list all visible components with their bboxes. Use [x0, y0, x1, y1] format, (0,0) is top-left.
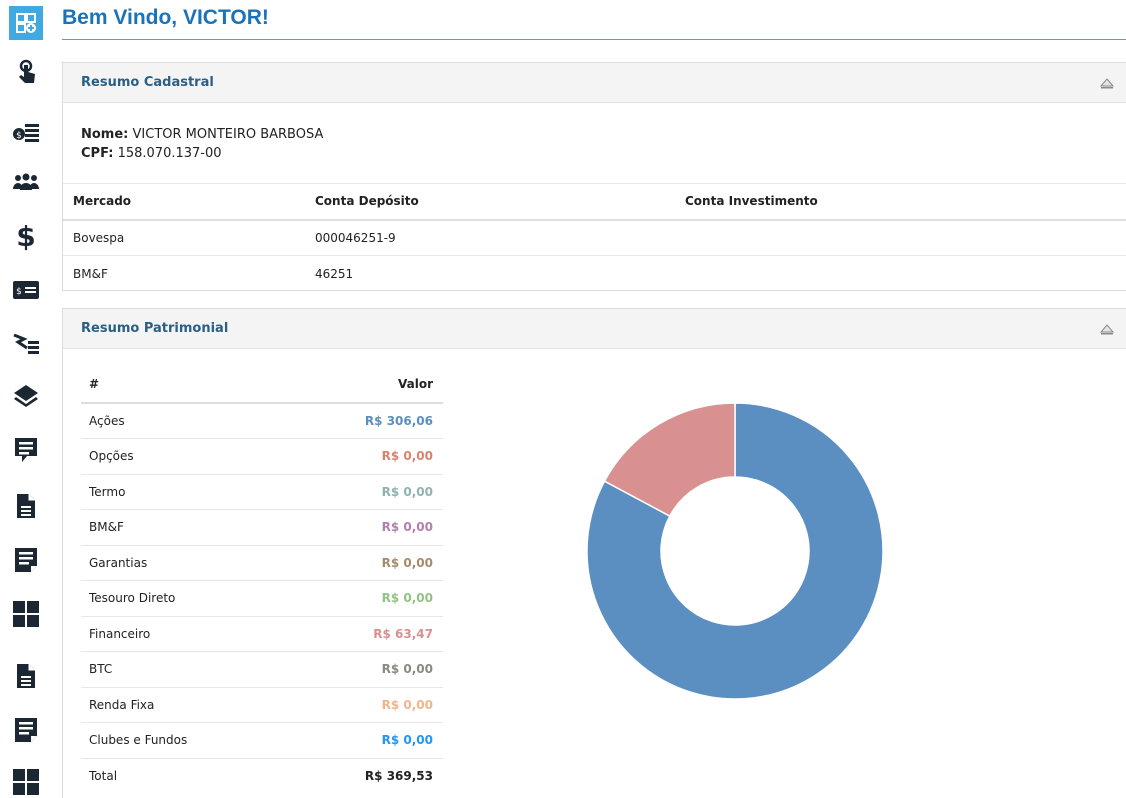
asset-label: Garantias: [81, 545, 281, 581]
table-row: Total R$ 369,53: [81, 758, 443, 794]
table-row: Financeiro R$ 63,47: [81, 616, 443, 652]
asset-value: R$ 0,00: [280, 651, 443, 688]
table-cell: Bovespa: [63, 219, 305, 256]
table-row: BM&F R$ 0,00: [81, 509, 443, 546]
asset-value: R$ 0,00: [280, 545, 443, 581]
name-value: VICTOR MONTEIRO BARBOSA: [132, 127, 324, 142]
table-row: Garantias R$ 0,00: [81, 545, 443, 581]
accounts-table: Mercado Conta Depósito Conta Investiment…: [63, 183, 1126, 292]
column-header: Valor: [280, 365, 443, 404]
layers-icon[interactable]: [10, 380, 42, 412]
table-row: Renda Fixa R$ 0,00: [81, 687, 443, 723]
table-header-row: Mercado Conta Depósito Conta Investiment…: [63, 183, 1126, 221]
svg-text:$: $: [16, 221, 35, 251]
sidebar: $ $ $: [0, 0, 52, 798]
column-header: Mercado: [63, 183, 305, 221]
asset-value: R$ 306,06: [280, 403, 443, 439]
collapse-icon[interactable]: [1100, 323, 1114, 335]
svg-text:$: $: [16, 287, 22, 297]
asset-label: Tesouro Direto: [81, 580, 281, 617]
asset-value: R$ 0,00: [280, 580, 443, 617]
cadastral-panel: Resumo Cadastral Nome: VICTOR MONTEIRO B…: [62, 62, 1126, 291]
asset-value: R$ 369,53: [364, 769, 433, 783]
table-cell: BM&F: [73, 266, 108, 281]
cpf-line: CPF: 158.070.137-00: [81, 144, 323, 163]
name-label: Nome:: [81, 127, 129, 142]
message-list-icon[interactable]: [10, 434, 42, 466]
asset-label: BM&F: [81, 509, 281, 546]
client-info: Nome: VICTOR MONTEIRO BARBOSA CPF: 158.0…: [81, 125, 323, 163]
cpf-label: CPF:: [81, 146, 114, 161]
asset-value: R$ 0,00: [280, 438, 443, 475]
transfer-list-icon[interactable]: [10, 328, 42, 360]
table-cell: [675, 219, 1126, 256]
page-title: Bem Vindo, VICTOR!: [62, 6, 269, 29]
table-cell: [675, 256, 1126, 292]
patrimonial-panel-title: Resumo Patrimonial: [81, 321, 229, 336]
grid-icon[interactable]: [10, 766, 42, 798]
users-group-icon[interactable]: [10, 166, 42, 198]
patrimonial-panel: Resumo Patrimonial # Valor Ações R$ 306,0…: [62, 308, 1126, 798]
svg-text:$: $: [16, 131, 22, 141]
table-row: Clubes e Fundos R$ 0,00: [81, 722, 443, 759]
table-row: BTC R$ 0,00: [81, 651, 443, 688]
table-row: Ações R$ 306,06: [81, 403, 443, 439]
payment-card-icon[interactable]: $: [10, 274, 42, 306]
cadastral-panel-title: Resumo Cadastral: [81, 75, 214, 90]
asset-label: Financeiro: [81, 616, 281, 652]
table-row: Bovespa 000046251-9: [63, 219, 1126, 256]
form-edit-icon[interactable]: [10, 544, 42, 576]
table-cell: 000046251-9: [305, 219, 675, 256]
dashboard-add-icon[interactable]: [9, 6, 43, 40]
column-header: #: [81, 365, 281, 404]
asset-label: BTC: [81, 651, 281, 688]
asset-label: Total: [89, 769, 118, 783]
table-cell: 46251: [315, 266, 354, 281]
cpf-value: 158.070.137-00: [117, 146, 222, 161]
form-edit-icon[interactable]: [10, 714, 42, 746]
asset-value: R$ 0,00: [280, 687, 443, 723]
column-header: Conta Depósito: [305, 183, 675, 221]
patrimonial-panel-header[interactable]: Resumo Patrimonial: [63, 309, 1126, 349]
grid-icon[interactable]: [10, 598, 42, 630]
asset-label: Clubes e Fundos: [81, 722, 281, 759]
name-line: Nome: VICTOR MONTEIRO BARBOSA: [81, 125, 323, 144]
asset-value: R$ 0,00: [280, 509, 443, 546]
asset-value: R$ 0,00: [280, 722, 443, 759]
cadastral-panel-header[interactable]: Resumo Cadastral: [63, 63, 1126, 103]
document-icon[interactable]: [10, 660, 42, 692]
table-row: Termo R$ 0,00: [81, 474, 443, 510]
column-header: Conta Investimento: [675, 183, 1126, 221]
table-row: Opções R$ 0,00: [81, 438, 443, 475]
asset-label: Ações: [81, 403, 281, 439]
table-row: Tesouro Direto R$ 0,00: [81, 580, 443, 617]
asset-label: Termo: [81, 474, 281, 510]
asset-value: R$ 63,47: [280, 616, 443, 652]
touch-hand-icon[interactable]: [10, 56, 42, 88]
document-icon[interactable]: [10, 490, 42, 522]
dollar-icon[interactable]: $: [10, 220, 42, 252]
money-list-icon[interactable]: $: [10, 116, 42, 148]
top-bar: Bem Vindo, VICTOR!: [62, 0, 1126, 40]
collapse-icon[interactable]: [1100, 77, 1114, 89]
assets-table: # Valor Ações R$ 306,06 Opções R$ 0,00 Termo…: [81, 365, 443, 794]
asset-label: Renda Fixa: [81, 687, 281, 723]
table-header-row: # Valor: [81, 365, 443, 404]
allocation-donut-chart: [586, 402, 884, 700]
asset-label: Opções: [81, 438, 281, 475]
table-row: BM&F 46251: [63, 256, 1126, 292]
asset-value: R$ 0,00: [280, 474, 443, 510]
